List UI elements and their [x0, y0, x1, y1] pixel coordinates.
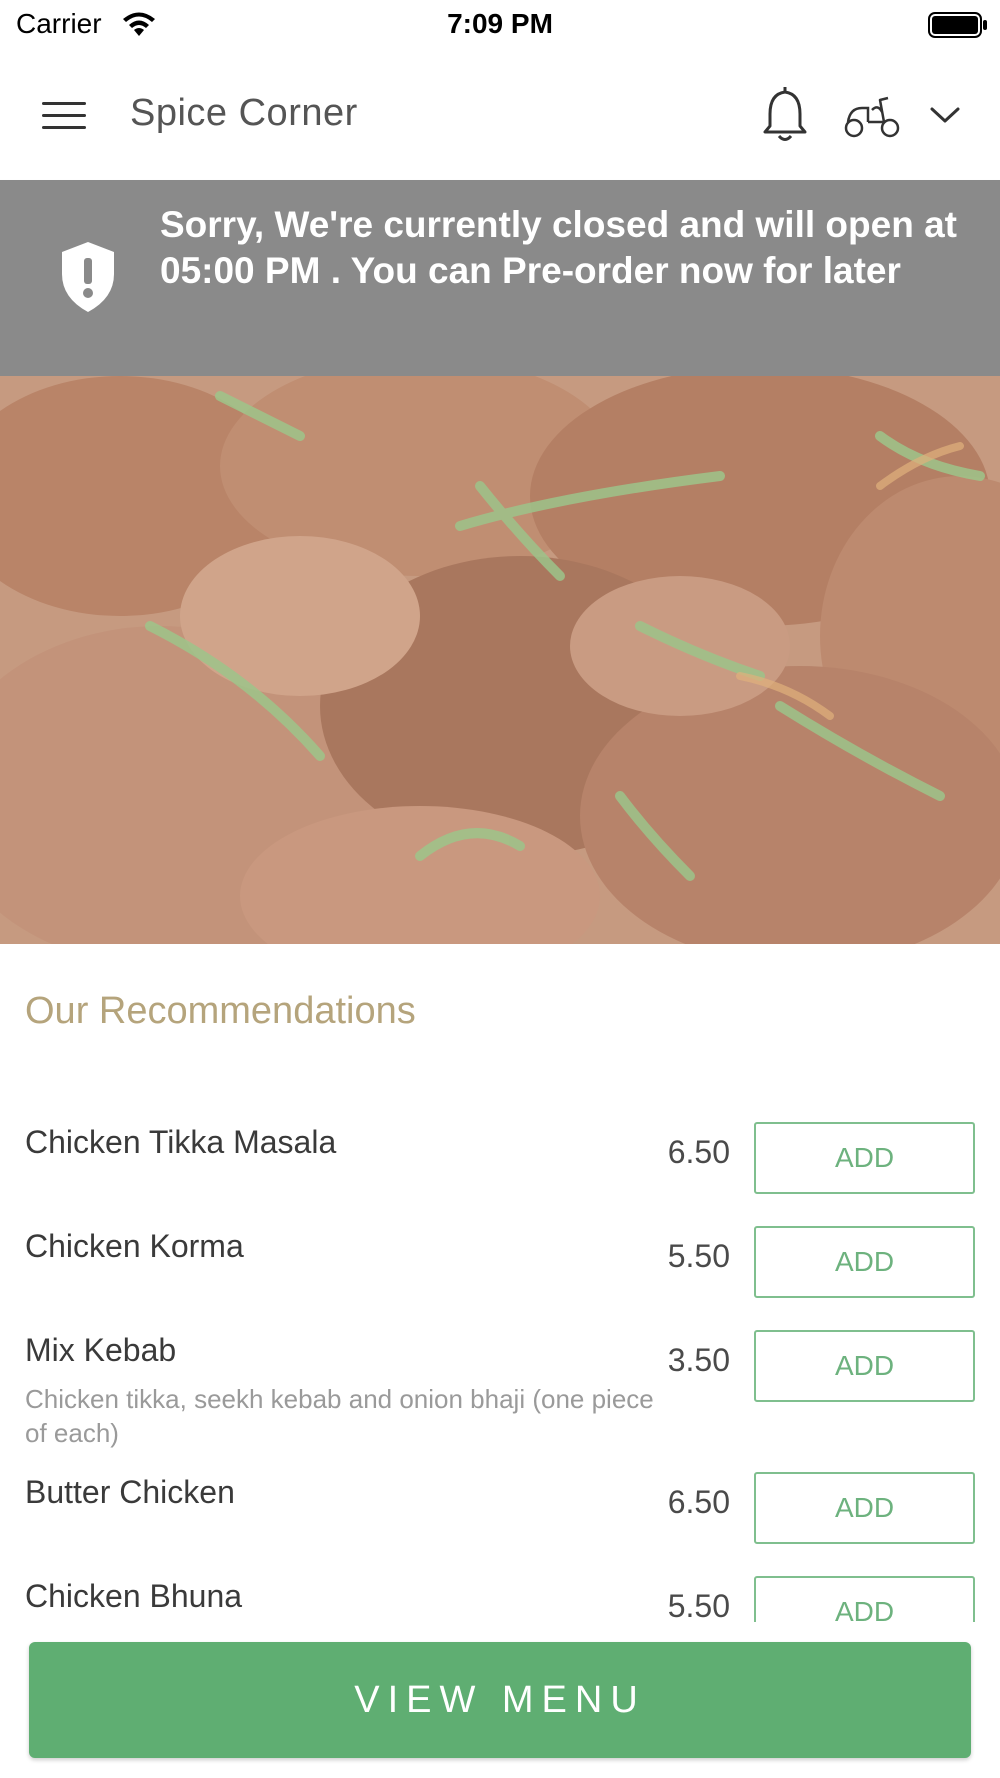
item-price: 5.50	[667, 1238, 730, 1274]
item-description: Chicken tikka, seekh kebab and onion bha…	[25, 1384, 654, 1448]
scooter-icon[interactable]	[842, 92, 902, 140]
status-time: 7:09 PM	[447, 8, 553, 39]
menu-icon[interactable]	[42, 100, 88, 132]
closed-notice-banner: Sorry, We're currently closed and will o…	[0, 180, 1000, 376]
item-price: 5.50	[667, 1588, 730, 1622]
view-menu-button[interactable]: VIEW MENU	[29, 1642, 971, 1758]
restaurant-title: Spice Corner	[130, 92, 358, 134]
item-name: Mix Kebab	[25, 1332, 177, 1368]
chevron-down-icon[interactable]	[928, 103, 962, 127]
add-button[interactable]: ADD	[754, 1330, 975, 1402]
restaurant-hero-image	[0, 376, 1000, 944]
app-header: Spice Corner	[0, 48, 1000, 180]
add-button[interactable]: ADD	[754, 1472, 975, 1544]
battery-icon	[928, 12, 987, 38]
bell-icon[interactable]	[760, 86, 810, 144]
item-price: 6.50	[667, 1134, 730, 1170]
recommendations-list: Chicken Tikka Masala 6.50 ADD Chicken Ko…	[0, 1110, 1000, 1622]
item-name: Chicken Korma	[25, 1228, 244, 1264]
closed-message: Sorry, We're currently closed and will o…	[160, 204, 957, 291]
add-button[interactable]: ADD	[754, 1226, 975, 1298]
recommendations-heading: Our Recommendations	[25, 990, 416, 1032]
status-bar: Carrier 7:09 PM	[0, 0, 1000, 48]
add-button[interactable]: ADD	[754, 1122, 975, 1194]
item-price: 3.50	[667, 1342, 730, 1378]
item-name: Chicken Tikka Masala	[25, 1124, 337, 1160]
item-name: Butter Chicken	[25, 1474, 235, 1510]
add-button[interactable]: ADD	[754, 1576, 975, 1622]
shield-alert-icon	[62, 242, 114, 312]
item-price: 6.50	[667, 1484, 730, 1520]
item-name: Chicken Bhuna	[25, 1578, 243, 1614]
